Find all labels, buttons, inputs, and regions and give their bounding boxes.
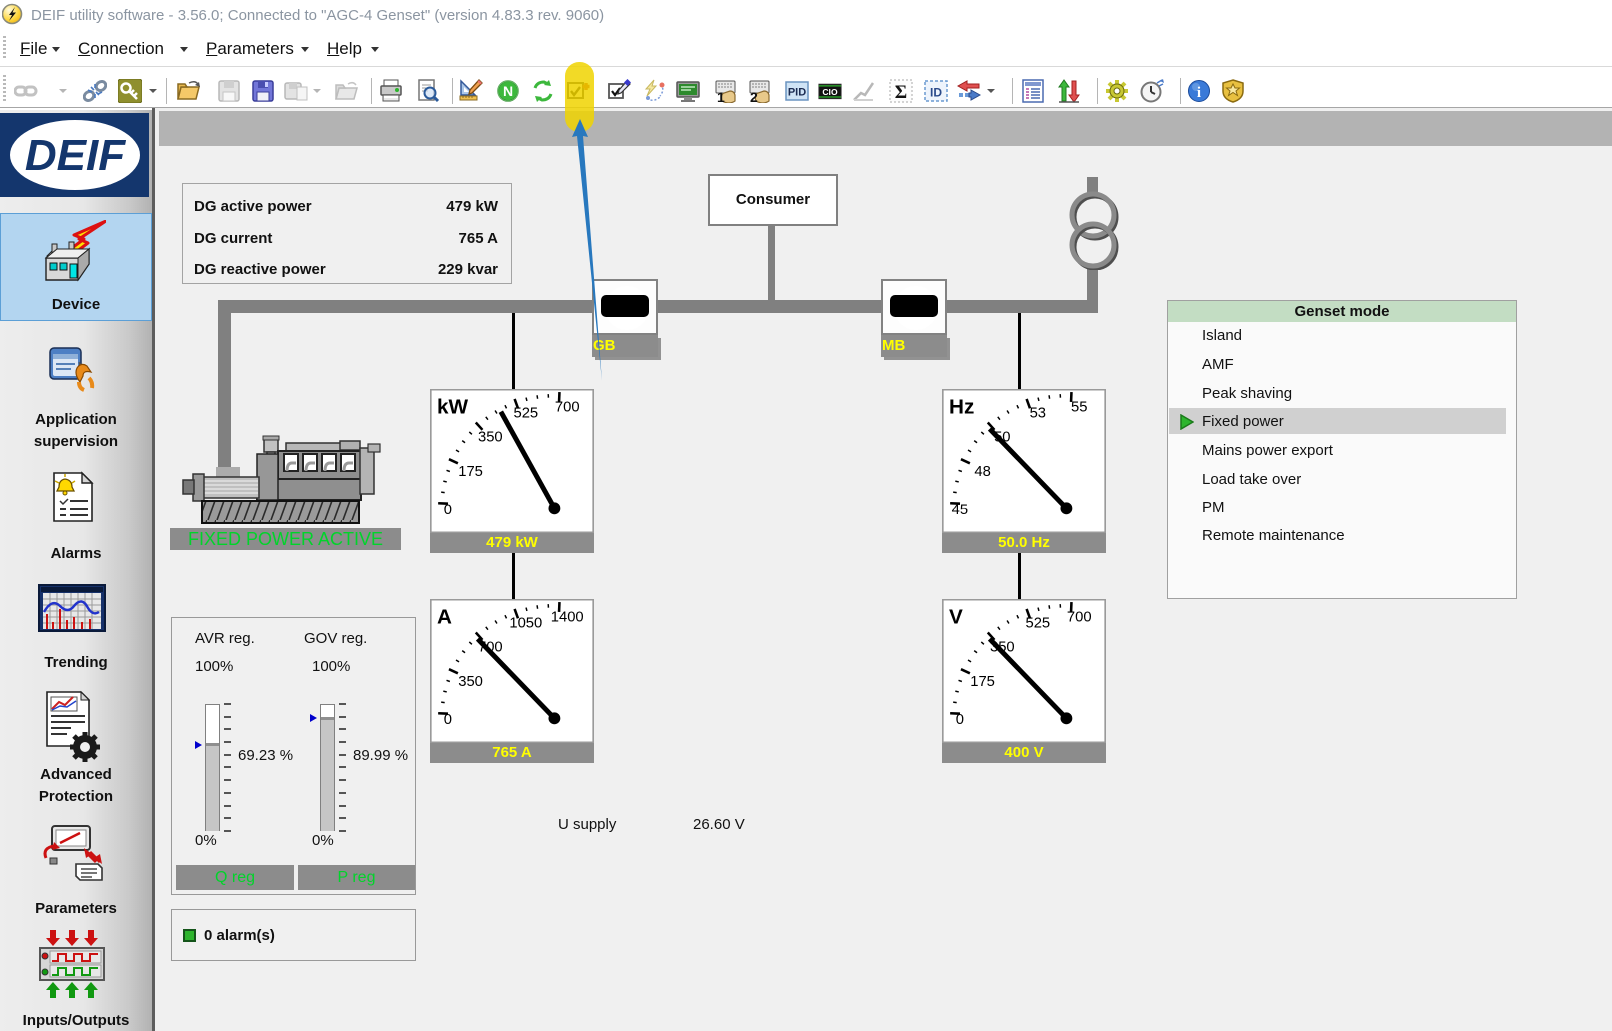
- svg-text:175: 175: [458, 464, 483, 480]
- svg-text:ID: ID: [930, 86, 942, 100]
- svg-text:0: 0: [444, 502, 452, 518]
- svg-text:N: N: [503, 83, 513, 99]
- svg-text:0: 0: [956, 712, 964, 728]
- svg-text:1400: 1400: [551, 610, 584, 626]
- svg-text:kW: kW: [437, 396, 469, 419]
- svg-text:175: 175: [970, 674, 995, 690]
- svg-text:525: 525: [1025, 616, 1050, 632]
- svg-text:45: 45: [952, 502, 968, 518]
- svg-text:Σ: Σ: [895, 82, 907, 103]
- svg-text:CIO: CIO: [822, 87, 838, 97]
- svg-text:V: V: [949, 606, 963, 629]
- svg-text:700: 700: [555, 400, 580, 416]
- svg-text:48: 48: [974, 464, 990, 480]
- svg-text:700: 700: [1067, 610, 1092, 626]
- svg-text:2: 2: [750, 89, 758, 103]
- svg-text:525: 525: [513, 406, 538, 422]
- svg-text:Hz: Hz: [949, 396, 974, 419]
- svg-text:A: A: [437, 606, 452, 629]
- svg-text:i: i: [1197, 85, 1201, 101]
- svg-text:DEIF: DEIF: [25, 131, 126, 180]
- svg-text:0: 0: [444, 712, 452, 728]
- svg-text:1: 1: [717, 89, 725, 103]
- svg-text:53: 53: [1030, 406, 1046, 422]
- svg-text:55: 55: [1071, 400, 1087, 416]
- svg-text:1050: 1050: [509, 616, 542, 632]
- svg-text:350: 350: [458, 674, 483, 690]
- svg-text:350: 350: [478, 429, 503, 445]
- svg-text:PID: PID: [788, 87, 806, 99]
